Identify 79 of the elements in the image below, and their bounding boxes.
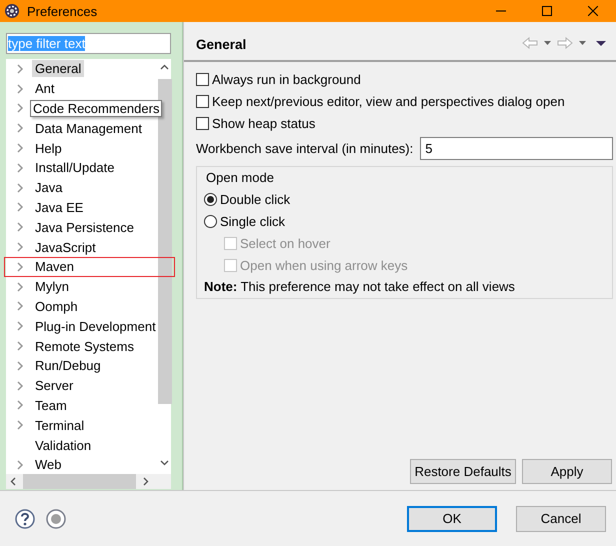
chevron-icon[interactable]	[16, 222, 24, 232]
note-text: Note: This preference may not take effect on all views	[204, 278, 516, 296]
radio-label: Single click	[220, 214, 286, 228]
horizontal-scrollbar[interactable]	[6, 474, 171, 489]
ok-button[interactable]: OK	[407, 506, 497, 532]
chevron-icon[interactable]	[16, 202, 24, 212]
field-label: Workbench save interval (in minutes):	[196, 140, 414, 156]
checkbox[interactable]	[196, 72, 209, 86]
cancel-button[interactable]: Cancel	[516, 506, 606, 532]
tree-item[interactable]: JavaScript	[32, 238, 99, 256]
tooltip: Code Recommenders	[30, 100, 162, 117]
filter-text: type filter text	[8, 36, 86, 51]
window-title: Preferences	[27, 4, 98, 18]
checkbox-label: Show heap status	[212, 116, 316, 130]
checkbox-label: Always run in background	[212, 72, 361, 86]
group-title: Open mode	[206, 170, 275, 185]
chevron-icon[interactable]	[16, 301, 24, 312]
maximize-icon[interactable]	[542, 6, 552, 16]
chevron-icon[interactable]	[16, 84, 24, 94]
tree-item[interactable]: Mylyn	[32, 278, 72, 296]
tree-item[interactable]: General	[32, 60, 84, 78]
back-arrow-icon[interactable]	[522, 37, 538, 49]
chevron-icon[interactable]	[16, 242, 24, 252]
scroll-right-icon[interactable]	[142, 477, 149, 486]
view-menu-icon[interactable]	[596, 40, 606, 46]
tree-item[interactable]: Ant	[32, 80, 58, 98]
apply-button[interactable]: Apply	[522, 459, 612, 484]
checkbox[interactable]	[196, 116, 209, 130]
tree-item[interactable]: Install/Update	[32, 159, 118, 176]
chevron-icon[interactable]	[16, 103, 24, 114]
dropdown-caret-icon[interactable]	[544, 41, 551, 45]
tree-item[interactable]: Run/Debug	[32, 357, 104, 374]
help-icon[interactable]	[15, 508, 35, 528]
tree-item[interactable]: Plug-in Development	[32, 318, 159, 335]
record-icon[interactable]	[46, 508, 66, 528]
chevron-icon[interactable]	[16, 380, 24, 391]
tree-item[interactable]: Terminal	[32, 416, 88, 434]
checkbox-label: Keep next/previous editor, view and perspectives dialog open	[212, 94, 565, 108]
scroll-left-icon[interactable]	[10, 477, 17, 486]
tree-item[interactable]: Server	[32, 377, 76, 394]
tree-item[interactable]: Java	[32, 179, 66, 196]
page-title: General	[196, 36, 248, 52]
chevron-icon[interactable]	[16, 460, 24, 470]
tree-item[interactable]: Data Management	[32, 120, 145, 137]
restore-defaults-button[interactable]: Restore Defaults	[410, 459, 516, 484]
radio-label: Double click	[220, 192, 290, 206]
scroll-down-icon[interactable]	[160, 459, 169, 466]
checkbox-label: Open when using arrow keys	[240, 258, 408, 272]
tree-item[interactable]: Maven	[32, 258, 78, 276]
chevron-icon[interactable]	[16, 262, 24, 272]
chevron-icon[interactable]	[16, 360, 24, 371]
tree-item[interactable]: Validation	[32, 436, 94, 454]
chevron-icon[interactable]	[16, 123, 24, 134]
checkbox-label: Select on hover	[240, 236, 330, 250]
tree-item[interactable]: Team	[32, 396, 70, 414]
radio-button[interactable]	[204, 192, 217, 206]
interval-field[interactable]: 5	[420, 136, 613, 160]
chevron-icon[interactable]	[16, 182, 24, 193]
chevron-icon[interactable]	[16, 143, 24, 154]
radio-button[interactable]	[204, 214, 217, 228]
checkbox[interactable]	[196, 94, 209, 108]
tree-item[interactable]: Java EE	[32, 198, 86, 216]
tree-item[interactable]: Remote Systems	[32, 338, 137, 355]
scroll-up-icon[interactable]	[160, 64, 169, 71]
chevron-icon[interactable]	[16, 400, 24, 410]
chevron-icon[interactable]	[16, 162, 24, 173]
tree-item[interactable]: Oomph	[32, 298, 81, 315]
chevron-icon[interactable]	[16, 420, 24, 430]
gear-icon	[4, 3, 20, 19]
dropdown-caret-icon[interactable]	[579, 41, 586, 45]
chevron-icon[interactable]	[16, 341, 24, 352]
chevron-icon[interactable]	[16, 282, 24, 292]
tree-item[interactable]: Web	[32, 456, 64, 474]
chevron-icon[interactable]	[16, 64, 24, 74]
close-icon[interactable]	[588, 6, 598, 16]
chevron-icon[interactable]	[16, 321, 24, 332]
tree-item[interactable]: Java Persistence	[32, 218, 137, 236]
tree-item[interactable]: Help	[32, 140, 65, 157]
forward-arrow-icon[interactable]	[557, 37, 573, 49]
